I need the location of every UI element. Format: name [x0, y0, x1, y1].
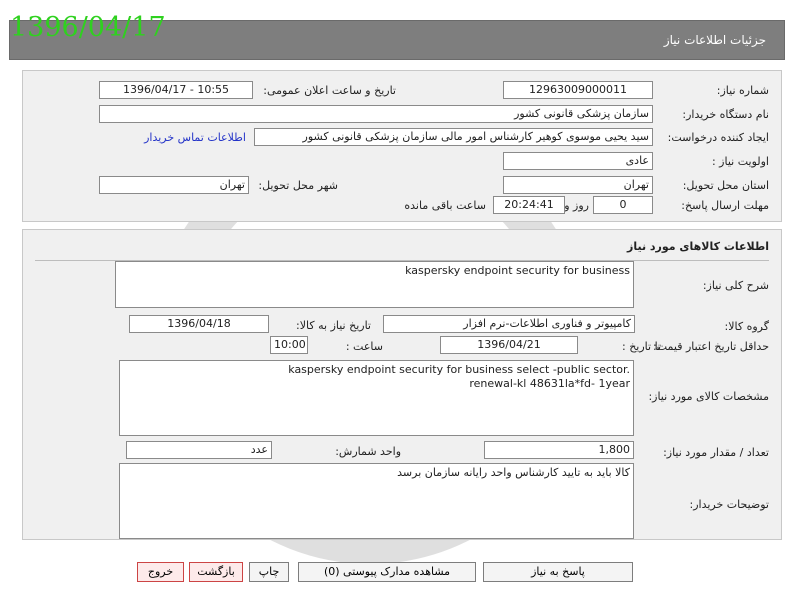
until-date-label: تا تاریخ : [622, 340, 661, 353]
until-date-field: 1396/04/21 [440, 336, 578, 354]
spec-line-2: renewal-kl 48631la*fd- 1year [469, 377, 630, 390]
quantity-label: تعداد / مقدار مورد نیاز: [663, 446, 769, 459]
price-validity-label: حداقل تاریخ اعتبار قیمت: [653, 340, 769, 353]
need-number-field: 1296300900001‌1 [503, 81, 653, 99]
province-field: تهران [503, 176, 653, 194]
summary-textarea: kaspersky endpoint security for business [115, 261, 634, 308]
buyer-notes-textarea: کالا باید به تایید کارشناس واحد رایانه س… [119, 463, 634, 539]
deadline-days-field: 0 [593, 196, 653, 214]
province-label: استان محل تحویل: [682, 179, 769, 192]
print-button[interactable]: چاپ [249, 562, 289, 582]
unit-field: عدد [126, 441, 272, 459]
buyer-notes-label: توضیحات خریدار: [689, 498, 770, 511]
priority-label: اولویت نیاز : [711, 155, 769, 168]
reply-to-need-button[interactable]: پاسخ به نیاز [483, 562, 633, 582]
exit-button[interactable]: خروج [137, 562, 184, 582]
summary-label: شرح کلی نیاز: [702, 279, 769, 292]
deadline-label: مهلت ارسال پاسخ: [681, 199, 769, 212]
goods-info-panel: اطلاعات کالاهای مورد نیاز شرح کلی نیاز: … [22, 229, 782, 540]
quantity-field: 1,800 [484, 441, 634, 459]
spec-line-1: kaspersky endpoint security for business… [288, 363, 630, 376]
spec-textarea: kaspersky endpoint security for business… [119, 360, 634, 436]
announce-date-field: 1396/04/17 - 10:55 [99, 81, 253, 99]
time-field: 10:00 [270, 336, 308, 354]
view-attachments-button[interactable]: مشاهده مدارک پیوستی (0) [298, 562, 476, 582]
announce-date-label: تاریخ و ساعت اعلان عمومی: [263, 84, 396, 97]
deadline-time-field: 20:24:41 [493, 196, 565, 214]
priority-field: عادی [503, 152, 653, 170]
goods-section-title: اطلاعات کالاهای مورد نیاز [627, 240, 769, 253]
remaining-text: ساعت باقی مانده [404, 199, 486, 212]
buyer-org-field: سازمان پزشکی قانونی کشور [99, 105, 653, 123]
city-label: شهر محل تحویل: [258, 179, 338, 192]
city-field: تهران [99, 176, 249, 194]
requester-field: سید یحیی موسوی کوهیر کارشناس امور مالی س… [254, 128, 653, 146]
goods-group-label: گروه کالا: [724, 320, 769, 333]
days-text: روز و [564, 199, 589, 212]
buyer-org-label: نام دستگاه خریدار: [682, 108, 769, 121]
need-date-field: 1396/04/18 [129, 315, 269, 333]
requester-label: ایجاد کننده درخواست: [667, 131, 769, 144]
time-label: ساعت : [345, 340, 383, 353]
date-stamp: 1396/04/17 [10, 12, 166, 43]
back-button[interactable]: بازگشت [189, 562, 243, 582]
buyer-contact-link[interactable]: اطلاعات تماس خریدار [144, 131, 246, 144]
spec-label: مشخصات کالای مورد نیاز: [648, 390, 769, 403]
need-number-label: شماره نیاز: [716, 84, 769, 97]
need-date-label: تاریخ نیاز به کالا: [296, 319, 371, 332]
window-title: جزئیات اطلاعات نیاز [663, 33, 766, 47]
unit-label: واحد شمارش: [335, 445, 401, 458]
goods-group-field: کامپیوتر و فناوری اطلاعات-نرم افزار [383, 315, 635, 333]
need-info-panel: شماره نیاز: 1296300900001‌1 تاریخ و ساعت… [22, 70, 782, 222]
